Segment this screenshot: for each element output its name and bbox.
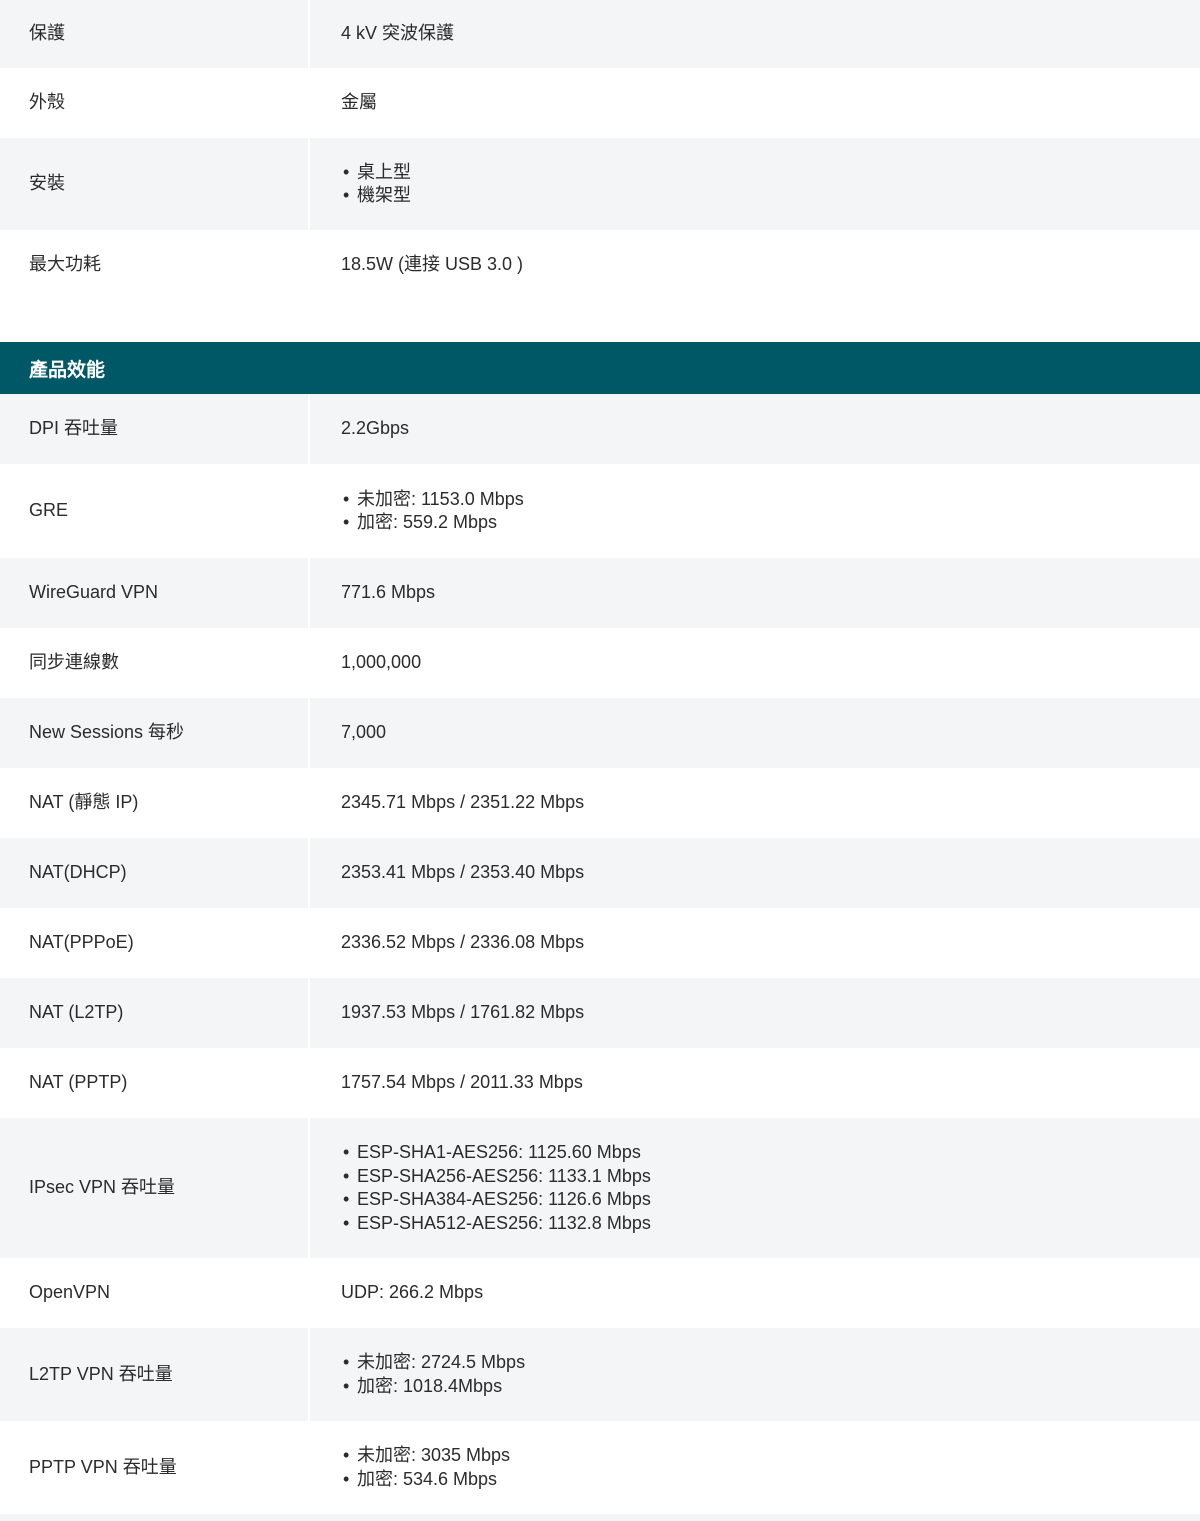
bullet-list: ESP-SHA1-AES256: 1125.60 Mbps ESP-SHA256… xyxy=(341,1141,1200,1235)
bullet-item: 未加密: 2724.5 Mbps xyxy=(341,1351,1200,1375)
spec-label: L2TP VPN 吞吐量 xyxy=(0,1328,308,1421)
spec-row-nat-dhcp: NAT(DHCP) 2353.41 Mbps / 2353.40 Mbps xyxy=(0,838,1200,908)
bullet-item: 未加密: 1153.0 Mbps xyxy=(341,488,1200,512)
spec-label: DPI 吞吐量 xyxy=(0,394,308,464)
spec-row-housing: 外殼 金屬 xyxy=(0,68,1200,138)
bullet-list: 未加密: 3035 Mbps 加密: 534.6 Mbps xyxy=(341,1444,1200,1491)
bullet-item: ESP-SHA512-AES256: 1132.8 Mbps xyxy=(341,1212,1200,1236)
spec-label: WireGuard VPN xyxy=(0,558,308,628)
bullet-item: ESP-SHA1-AES256: 1125.60 Mbps xyxy=(341,1141,1200,1165)
spec-row-protection: 保護 4 kV 突波保護 xyxy=(0,0,1200,68)
spec-label: IPsec VPN 吞吐量 xyxy=(0,1118,308,1258)
spec-label: New Sessions 每秒 xyxy=(0,698,308,768)
spec-value: UDP: 266.2 Mbps xyxy=(310,1258,1200,1328)
spec-label: 同步連線數 xyxy=(0,628,308,698)
bullet-list: 未加密: 1153.0 Mbps 加密: 559.2 Mbps xyxy=(341,488,1200,535)
spec-row-gre: GRE 未加密: 1153.0 Mbps 加密: 559.2 Mbps xyxy=(0,464,1200,558)
spec-row-max-power: 最大功耗 18.5W (連接 USB 3.0 ) xyxy=(0,230,1200,300)
bullet-item: ESP-SHA256-AES256: 1133.1 Mbps xyxy=(341,1165,1200,1189)
spec-row-ipsec: IPsec VPN 吞吐量 ESP-SHA1-AES256: 1125.60 M… xyxy=(0,1118,1200,1258)
spec-label: PPTP VPN 吞吐量 xyxy=(0,1421,308,1514)
spec-row-new-sessions: New Sessions 每秒 7,000 xyxy=(0,698,1200,768)
spec-value: 2.2Gbps xyxy=(310,394,1200,464)
spec-value: 2353.41 Mbps / 2353.40 Mbps xyxy=(310,838,1200,908)
bullet-item: 未加密: 3035 Mbps xyxy=(341,1444,1200,1468)
spec-value: 4 kV 突波保護 xyxy=(310,0,1200,68)
spec-label: 最大功耗 xyxy=(0,230,308,300)
spec-value: 桌上型 機架型 xyxy=(310,138,1200,230)
spec-label: OpenVPN xyxy=(0,1258,308,1328)
spec-value: 未加密: 3035 Mbps 加密: 534.6 Mbps xyxy=(310,1421,1200,1514)
spec-row-concurrent-sessions: 同步連線數 1,000,000 xyxy=(0,628,1200,698)
spec-row-nat-static: NAT (靜態 IP) 2345.71 Mbps / 2351.22 Mbps xyxy=(0,768,1200,838)
spec-value: 未加密: 1153.0 Mbps 加密: 559.2 Mbps xyxy=(310,464,1200,558)
spec-label: GRE xyxy=(0,464,308,558)
spec-value: 未加密: 2724.5 Mbps 加密: 1018.4Mbps xyxy=(310,1328,1200,1421)
bullet-item: ESP-SHA384-AES256: 1126.6 Mbps xyxy=(341,1188,1200,1212)
spec-value: 1,000,000 xyxy=(310,628,1200,698)
spec-value: 2336.52 Mbps / 2336.08 Mbps xyxy=(310,908,1200,978)
spec-value: 1937.53 Mbps / 1761.82 Mbps xyxy=(310,978,1200,1048)
spec-row-mounting: 安裝 桌上型 機架型 xyxy=(0,138,1200,230)
spec-value: 18.5W (連接 USB 3.0 ) xyxy=(310,230,1200,300)
spec-label: NAT(PPPoE) xyxy=(0,908,308,978)
spec-table: 保護 4 kV 突波保護 外殼 金屬 安裝 桌上型 機架型 最大功耗 18.5W… xyxy=(0,0,1200,1521)
bullet-item: 加密: 534.6 Mbps xyxy=(341,1468,1200,1492)
spec-row-pptp-vpn: PPTP VPN 吞吐量 未加密: 3035 Mbps 加密: 534.6 Mb… xyxy=(0,1421,1200,1514)
spec-row-nat-pptp: NAT (PPTP) 1757.54 Mbps / 2011.33 Mbps xyxy=(0,1048,1200,1118)
bullet-list: 未加密: 2724.5 Mbps 加密: 1018.4Mbps xyxy=(341,1351,1200,1398)
section-gap xyxy=(0,300,1200,342)
spec-label: NAT (PPTP) xyxy=(0,1048,308,1118)
spec-value: 7,000 xyxy=(310,698,1200,768)
bullet-list: 桌上型 機架型 xyxy=(341,161,1200,208)
spec-row-nat-l2tp: NAT (L2TP) 1937.53 Mbps / 1761.82 Mbps xyxy=(0,978,1200,1048)
spec-value: 1757.54 Mbps / 2011.33 Mbps xyxy=(310,1048,1200,1118)
spec-label: NAT (L2TP) xyxy=(0,978,308,1048)
bullet-item: 機架型 xyxy=(341,184,1200,208)
spec-row-wireguard: WireGuard VPN 771.6 Mbps xyxy=(0,558,1200,628)
spec-value: 771.6 Mbps xyxy=(310,558,1200,628)
spec-row-nat-pppoe: NAT(PPPoE) 2336.52 Mbps / 2336.08 Mbps xyxy=(0,908,1200,978)
spec-label: 外殼 xyxy=(0,68,308,138)
bullet-item: 加密: 559.2 Mbps xyxy=(341,511,1200,535)
spec-row-openvpn: OpenVPN UDP: 266.2 Mbps xyxy=(0,1258,1200,1328)
spec-value: ESP-SHA1-AES256: 1125.60 Mbps ESP-SHA256… xyxy=(310,1118,1200,1258)
spec-label: NAT(DHCP) xyxy=(0,838,308,908)
bullet-item: 加密: 1018.4Mbps xyxy=(341,1375,1200,1399)
spec-row-dpi: DPI 吞吐量 2.2Gbps xyxy=(0,394,1200,464)
spec-label: 保護 xyxy=(0,0,308,68)
spec-label: NAT (靜態 IP) xyxy=(0,768,308,838)
bullet-item: 桌上型 xyxy=(341,161,1200,185)
spec-row-l2tp-vpn: L2TP VPN 吞吐量 未加密: 2724.5 Mbps 加密: 1018.4… xyxy=(0,1328,1200,1421)
spec-label: 安裝 xyxy=(0,138,308,230)
section-header: 產品效能 xyxy=(0,342,1200,394)
spec-value: 金屬 xyxy=(310,68,1200,138)
spec-value: 2345.71 Mbps / 2351.22 Mbps xyxy=(310,768,1200,838)
